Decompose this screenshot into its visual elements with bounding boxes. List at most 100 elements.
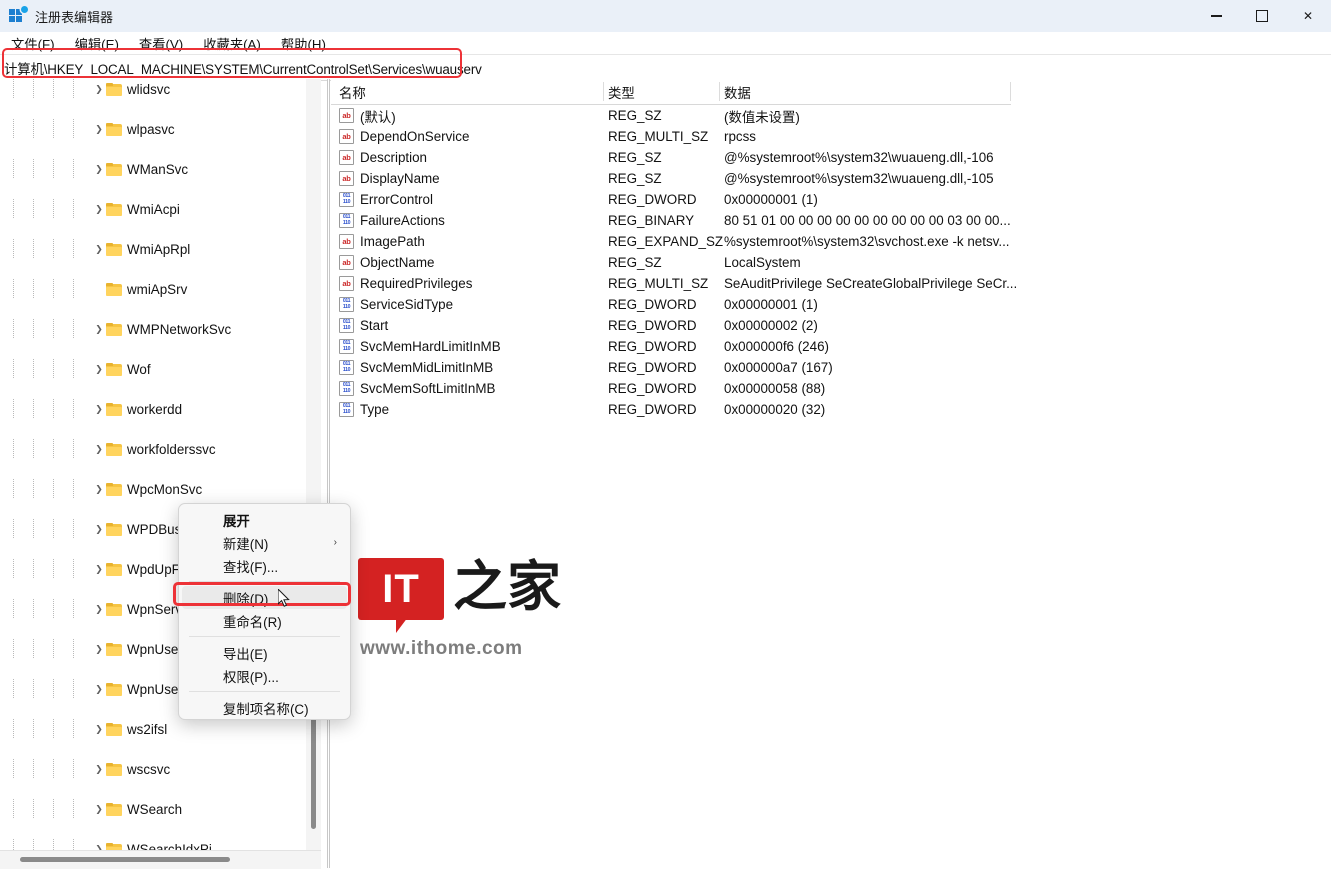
context-menu-item[interactable]: 展开	[182, 508, 347, 531]
column-header-type[interactable]: 类型	[608, 79, 635, 104]
context-menu-item[interactable]: 复制项名称(C)	[182, 696, 347, 719]
chevron-right-icon[interactable]: ❯	[92, 79, 106, 99]
tree-guide-line	[53, 839, 54, 850]
tree-item-wsearch[interactable]: ❯ WSearch	[0, 799, 306, 819]
context-menu[interactable]: 展开 新建(N) › 查找(F)... 删除(D) 重命名(R) 导出(E) 权限(P)...…	[178, 503, 351, 720]
value-row[interactable]: 011 110 Start REG_DWORD 0x00000002 (2)	[331, 315, 1331, 336]
value-row[interactable]: 011 110 Type REG_DWORD 0x00000020 (32)	[331, 399, 1331, 420]
value-row[interactable]: ab ObjectName REG_SZ LocalSystem	[331, 252, 1331, 273]
tree-horizontal-scrollbar[interactable]	[0, 850, 321, 869]
context-menu-item[interactable]: 重命名(R)	[182, 609, 347, 632]
context-menu-item[interactable]: 导出(E)	[182, 641, 347, 664]
tree-item-workfolderssvc[interactable]: ❯ workfolderssvc	[0, 439, 306, 459]
column-header-name[interactable]: 名称	[339, 79, 366, 104]
values-list[interactable]: 名称 类型 数据 ab (默认) REG_SZ (数值未设置) ab DependOnSe…	[331, 79, 1331, 868]
chevron-right-icon[interactable]: ❯	[92, 559, 106, 579]
tree-item-wsearchidxpi[interactable]: ❯ WSearchIdxPi	[0, 839, 306, 850]
chevron-right-icon[interactable]: ❯	[92, 319, 106, 339]
title-bar: 注册表编辑器 ✕	[0, 0, 1331, 33]
chevron-right-icon[interactable]: ❯	[92, 439, 106, 459]
registry-editor-window: 注册表编辑器 ✕ 文件(F) 编辑(E) 查看(V) 收藏夹(A) 帮助(H) …	[0, 0, 1331, 869]
menu-edit[interactable]: 编辑(E)	[66, 32, 128, 55]
menu-help[interactable]: 帮助(H)	[272, 32, 335, 55]
value-row[interactable]: ab RequiredPrivileges REG_MULTI_SZ SeAuditP…	[331, 273, 1331, 294]
binary-value-icon: 011 110	[339, 339, 354, 354]
value-row[interactable]: 011 110 SvcMemSoftLimitInMB REG_DWORD 0x0000…	[331, 378, 1331, 399]
context-menu-item[interactable]: 查找(F)...	[182, 554, 347, 577]
binary-value-icon: 011 110	[339, 192, 354, 207]
chevron-right-icon[interactable]: ❯	[92, 719, 106, 739]
value-row[interactable]: 011 110 SvcMemHardLimitInMB REG_DWORD 0x0000…	[331, 336, 1331, 357]
value-row[interactable]: ab DependOnService REG_MULTI_SZ rpcss	[331, 126, 1331, 147]
value-data: @%systemroot%\system32\wuaueng.dll,-105	[724, 171, 994, 186]
registry-editor-icon	[9, 5, 28, 25]
chevron-right-icon[interactable]: ❯	[92, 519, 106, 539]
pane-splitter[interactable]	[327, 79, 330, 868]
window-title: 注册表编辑器	[35, 9, 114, 25]
tree-guide-line	[73, 679, 74, 699]
chevron-right-icon[interactable]: ❯	[92, 679, 106, 699]
tree-item-wmiacpi[interactable]: ❯ WmiAcpi	[0, 199, 306, 219]
chevron-right-icon[interactable]: ❯	[92, 759, 106, 779]
chevron-right-icon[interactable]: ❯	[92, 119, 106, 139]
string-value-icon: ab	[339, 108, 354, 123]
string-value-icon: ab	[339, 129, 354, 144]
value-row[interactable]: ab (默认) REG_SZ (数值未设置)	[331, 105, 1331, 126]
value-row[interactable]: 011 110 ErrorControl REG_DWORD 0x00000001 (1…	[331, 189, 1331, 210]
minimize-button[interactable]	[1193, 0, 1239, 32]
chevron-right-icon[interactable]: ❯	[92, 639, 106, 659]
tree-vertical-scrollbar[interactable]	[306, 79, 321, 850]
maximize-button[interactable]	[1239, 0, 1285, 32]
tree-item-workerdd[interactable]: ❯ workerdd	[0, 399, 306, 419]
value-row[interactable]: ab DisplayName REG_SZ @%systemroot%\system3…	[331, 168, 1331, 189]
tree-item-wmiaprpl[interactable]: ❯ WmiApRpl	[0, 239, 306, 259]
column-header-data[interactable]: 数据	[724, 79, 751, 104]
context-menu-item[interactable]: 删除(D)	[182, 586, 347, 609]
tree-item-wscsvc[interactable]: ❯ wscsvc	[0, 759, 306, 779]
tree-hscroll-thumb[interactable]	[20, 857, 230, 862]
tree-item-wmpnetworksvc[interactable]: ❯ WMPNetworkSvc	[0, 319, 306, 339]
tree-guide-line	[73, 279, 74, 299]
menu-view[interactable]: 查看(V)	[130, 32, 192, 55]
chevron-right-icon[interactable]: ❯	[92, 399, 106, 419]
chevron-right-icon[interactable]: ❯	[92, 599, 106, 619]
menu-file[interactable]: 文件(F)	[2, 32, 64, 55]
tree-item-ws2ifsl[interactable]: ❯ ws2ifsl	[0, 719, 306, 739]
chevron-right-icon[interactable]: ❯	[92, 239, 106, 259]
tree-guide-line	[53, 199, 54, 219]
value-name: Start	[360, 318, 389, 333]
tree-item-wlpasvc[interactable]: ❯ wlpasvc	[0, 119, 306, 139]
chevron-right-icon[interactable]: ❯	[92, 799, 106, 819]
tree-guide-line	[53, 759, 54, 779]
value-type: REG_SZ	[608, 255, 662, 270]
value-row[interactable]: 011 110 SvcMemMidLimitInMB REG_DWORD 0x00000…	[331, 357, 1331, 378]
tree-item-wlidsvc[interactable]: ❯ wlidsvc	[0, 79, 306, 99]
binary-value-icon: 011 110	[339, 318, 354, 333]
value-type: REG_SZ	[608, 171, 662, 186]
value-row[interactable]: ab Description REG_SZ @%systemroot%\system3…	[331, 147, 1331, 168]
tree-guide-line	[13, 759, 14, 779]
chevron-right-icon[interactable]: ❯	[92, 199, 106, 219]
registry-tree[interactable]: ❯ wlidsvc ❯ wlpasvc ❯ WManSvc ❯ WmiAcpi ❯ WmiApRp…	[0, 79, 306, 850]
value-row[interactable]: 011 110 FailureActions REG_BINARY 80 51 01 0…	[331, 210, 1331, 231]
tree-item-wof[interactable]: ❯ Wof	[0, 359, 306, 379]
chevron-right-icon[interactable]: ❯	[92, 159, 106, 179]
context-menu-item[interactable]: 新建(N) ›	[182, 531, 347, 554]
menu-favorites[interactable]: 收藏夹(A)	[194, 32, 270, 55]
tree-item-wmiapsrv[interactable]: · wmiApSrv	[0, 279, 306, 299]
tree-item-label: ws2ifsl	[127, 721, 168, 737]
close-button[interactable]: ✕	[1285, 0, 1331, 32]
chevron-right-icon[interactable]: ❯	[92, 359, 106, 379]
tree-guide-line	[53, 359, 54, 379]
chevron-right-icon[interactable]: ❯	[92, 839, 106, 851]
context-menu-item[interactable]: 权限(P)...	[182, 664, 347, 687]
value-row[interactable]: 011 110 ServiceSidType REG_DWORD 0x00000001 …	[331, 294, 1331, 315]
value-data: 0x00000020 (32)	[724, 402, 826, 417]
tree-guide-line	[13, 359, 14, 379]
tree-item-wpcmonsvc[interactable]: ❯ WpcMonSvc	[0, 479, 306, 499]
value-row[interactable]: ab ImagePath REG_EXPAND_SZ %systemroot%\sys…	[331, 231, 1331, 252]
value-data: 0x00000002 (2)	[724, 318, 818, 333]
chevron-right-icon[interactable]: ❯	[92, 479, 106, 499]
address-bar[interactable]: 计算机\HKEY_LOCAL_MACHINE\SYSTEM\CurrentCon…	[0, 54, 1331, 81]
tree-item-wmansvc[interactable]: ❯ WManSvc	[0, 159, 306, 179]
